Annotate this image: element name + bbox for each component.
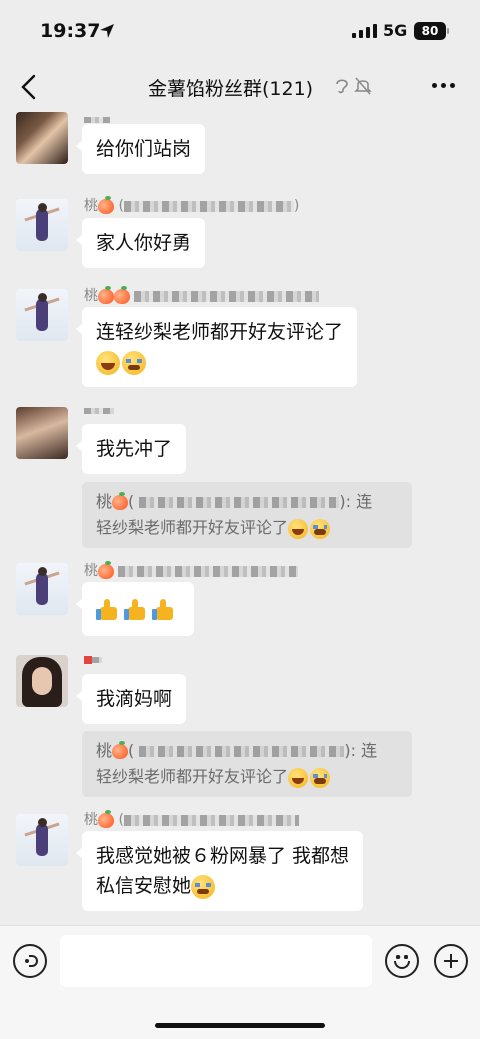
holding-tears-emoji-icon xyxy=(310,767,331,788)
message-bubble[interactable]: 我先冲了 xyxy=(75,424,187,474)
laugh-cry-emoji-icon xyxy=(288,767,309,788)
sender-name: 桃 () xyxy=(84,195,300,214)
peach-icon xyxy=(98,285,114,304)
thumbs-up-emoji-icon xyxy=(152,598,176,622)
avatar[interactable] xyxy=(16,655,68,707)
thumbs-up-emoji-icon xyxy=(96,598,120,622)
home-indicator[interactable] xyxy=(155,1023,325,1028)
emoji-icon[interactable] xyxy=(385,944,419,978)
status-bar: 19:37 5G 80 xyxy=(0,0,480,62)
message-text: 连轻纱梨老师都开好友评论了 xyxy=(96,321,344,343)
peach-icon xyxy=(112,492,129,510)
avatar[interactable] xyxy=(16,407,68,459)
peach-icon xyxy=(98,809,114,828)
quoted-message[interactable]: 桃( ): 连 轻纱梨老师都开好友评论了 xyxy=(82,482,412,548)
voice-icon[interactable] xyxy=(13,944,47,978)
avatar[interactable] xyxy=(16,289,68,341)
message-text: 私信安慰她 xyxy=(96,875,192,897)
sender-name: 桃 ( xyxy=(84,809,299,829)
input-bar xyxy=(0,925,480,1039)
battery-tip xyxy=(447,28,449,34)
peach-icon xyxy=(112,741,129,759)
status-time: 19:37 xyxy=(40,20,101,42)
signal-icon xyxy=(352,24,377,38)
message-text: 我感觉她被６粉网暴了 我都想 xyxy=(96,845,350,867)
battery-icon: 80 xyxy=(414,22,446,40)
message-bubble[interactable]: 连轻纱梨老师都开好友评论了 xyxy=(75,307,358,387)
location-arrow-icon xyxy=(100,24,114,38)
peach-icon xyxy=(114,285,130,304)
message-bubble[interactable]: 我感觉她被６粉网暴了 我都想 私信安慰她 xyxy=(75,831,364,911)
thumbs-up-emoji-icon xyxy=(124,598,148,622)
ear-icon xyxy=(336,79,348,94)
sender-name xyxy=(84,652,102,668)
plus-icon[interactable] xyxy=(434,944,468,978)
sender-name xyxy=(84,403,114,419)
back-arrow-icon[interactable] xyxy=(16,72,40,102)
emoji-row xyxy=(96,347,343,377)
peach-icon xyxy=(98,195,114,214)
avatar[interactable] xyxy=(16,814,68,866)
message-bubble[interactable]: 家人你好勇 xyxy=(75,218,206,268)
message-bubble[interactable]: 我滴妈啊 xyxy=(75,674,187,724)
holding-tears-emoji-icon xyxy=(122,350,146,375)
message-bubble[interactable] xyxy=(76,582,194,636)
holding-tears-emoji-icon xyxy=(191,874,216,899)
laugh-cry-emoji-icon xyxy=(96,350,120,375)
message-text: 家人你好勇 xyxy=(96,232,192,254)
message-bubble[interactable]: 给你们站岗 xyxy=(75,124,206,174)
avatar[interactable] xyxy=(16,199,68,251)
avatar[interactable] xyxy=(16,112,68,164)
quoted-message[interactable]: 桃( ): 连 轻纱梨老师都开好友评论了 xyxy=(82,731,412,797)
holding-tears-emoji-icon xyxy=(310,518,331,539)
message-input[interactable] xyxy=(60,935,372,987)
mute-bell-icon xyxy=(354,77,372,95)
avatar[interactable] xyxy=(16,563,68,615)
laugh-cry-emoji-icon xyxy=(288,518,309,539)
sender-name: 桃 xyxy=(84,560,299,580)
message-text: 我滴妈啊 xyxy=(96,688,173,710)
more-icon[interactable] xyxy=(432,83,455,88)
network-type: 5G xyxy=(383,21,408,40)
message-text: 给你们站岗 xyxy=(96,138,192,160)
chat-header: 金薯馅粉丝群(121) xyxy=(0,62,480,112)
message-text: 我先冲了 xyxy=(96,438,173,460)
chat-title: 金薯馅粉丝群(121) xyxy=(148,78,314,100)
peach-icon xyxy=(98,560,114,579)
sender-name: 桃 xyxy=(84,285,320,305)
